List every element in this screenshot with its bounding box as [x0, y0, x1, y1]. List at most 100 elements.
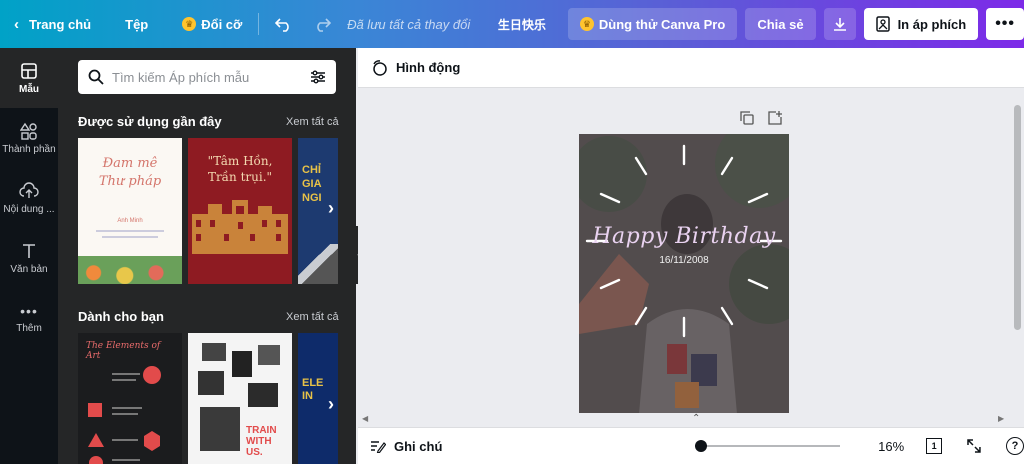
home-button[interactable]: ‹ Trang chủ [0, 0, 101, 48]
rail-label: Thành phần [2, 143, 56, 155]
more-icon: ••• [995, 15, 1015, 32]
crown-icon: ♛ [182, 17, 197, 31]
notes-icon [371, 441, 386, 453]
print-poster-button[interactable]: In áp phích [863, 8, 979, 40]
chevron-right-icon[interactable]: › [328, 394, 334, 415]
notes-label: Ghi chú [394, 438, 443, 454]
poster-canvas[interactable]: Happy Birthday 16/11/2008 [579, 134, 789, 413]
zoom-slider-handle[interactable] [694, 440, 707, 452]
rail-item-templates[interactable]: Mẫu [0, 48, 58, 108]
text-line [102, 236, 158, 238]
templates-panel: Được sử dụng gần đây Xem tất cả Đam mê T… [58, 48, 356, 464]
template-thumbnail[interactable]: The Elements of Art [78, 333, 182, 464]
photo-collage [198, 371, 224, 395]
rail-label: Văn bản [10, 263, 48, 275]
search-icon [88, 69, 104, 85]
print-label: In áp phích [897, 16, 967, 32]
photo-collage [200, 407, 240, 451]
document-title[interactable]: 生日快乐 [488, 0, 556, 48]
resize-button[interactable]: ♛ Đổi cỡ [172, 0, 252, 48]
template-search[interactable] [78, 60, 336, 94]
building-illustration [192, 200, 288, 254]
fullscreen-icon[interactable] [966, 438, 982, 454]
rail-label: Thêm [16, 322, 42, 334]
scrollbar-thumb[interactable] [1014, 105, 1021, 330]
photo-collage [258, 345, 280, 365]
cloud-upload-icon [19, 181, 39, 198]
search-input[interactable] [112, 69, 310, 85]
burst-decoration [585, 144, 783, 338]
template-name: Anh Minh [117, 218, 143, 224]
rail-item-uploads[interactable]: Nội dung ... [0, 168, 58, 228]
rail-label: Nội dung ... [3, 203, 55, 215]
scroll-left-icon[interactable]: ◀ [362, 414, 368, 423]
for-you-section-title: Dành cho bạn [78, 309, 164, 324]
bottom-bar: Ghi chú 16% 1 ? [358, 427, 1024, 464]
photo-collage [232, 351, 252, 377]
template-heading: Trần trụi." [207, 170, 273, 184]
try-canva-pro-button[interactable]: ♛ Dùng thử Canva Pro [567, 8, 738, 40]
template-heading: "Tâm Hồn, [207, 154, 273, 168]
rail-label: Mẫu [19, 83, 39, 95]
page-count-button[interactable]: 1 [926, 438, 943, 454]
template-heading: Đam mê [102, 156, 158, 171]
more-options-button[interactable]: ••• [986, 8, 1024, 40]
photo-collage [202, 343, 226, 361]
text-line [96, 230, 164, 232]
animate-label: Hình động [396, 60, 461, 75]
undo-button[interactable] [265, 0, 303, 48]
template-heading: The Elements of Art [86, 341, 161, 361]
download-icon [833, 18, 846, 31]
template-thumbnail[interactable]: TRAIN WITH US. [188, 333, 292, 464]
duplicate-page-icon[interactable] [740, 111, 754, 125]
side-rail: Mẫu Thành phần Nội dung ... Văn bản ••• … [0, 48, 58, 464]
download-button[interactable] [823, 8, 856, 40]
canvas-vertical-scrollbar[interactable] [1012, 97, 1022, 413]
divider [258, 13, 260, 35]
help-button[interactable]: ? [1006, 437, 1024, 455]
rail-item-elements[interactable]: Thành phần [0, 108, 58, 168]
canvas-toolbar: Hình động [358, 48, 1024, 88]
see-all-recent-link[interactable]: Xem tất cả [286, 116, 339, 128]
try-pro-label: Dùng thử Canva Pro [598, 16, 726, 32]
canvas-horizontal-scrollbar[interactable]: ◀ ⌃ ▶ [358, 413, 1024, 427]
chevron-up-icon[interactable]: ⌃ [692, 413, 700, 424]
file-label: Tệp [125, 16, 149, 32]
home-label: Trang chủ [29, 16, 92, 32]
rail-item-text[interactable]: Văn bản [0, 228, 58, 288]
shapes-icon [20, 122, 37, 140]
undo-icon [275, 18, 289, 32]
share-button[interactable]: Chia sẻ [745, 8, 816, 40]
for-you-templates-row: The Elements of Art TRAIN WITH US. ELE I… [78, 333, 356, 464]
template-thumbnail[interactable]: "Tâm Hồn, Trần trụi." [188, 138, 292, 284]
filter-icon[interactable] [310, 69, 326, 85]
template-thumbnail[interactable]: Đam mê Thư pháp Anh Minh [78, 138, 182, 284]
save-status: Đã lưu tất cả thay đổi [347, 16, 471, 32]
animate-button[interactable]: Hình động [370, 59, 461, 76]
image-decoration [298, 244, 338, 284]
scroll-right-icon[interactable]: ▶ [998, 414, 1004, 423]
template-heading: Thư pháp [98, 174, 162, 189]
top-bar: ‹ Trang chủ Tệp ♛ Đổi cỡ Đã lưu tất cả t… [0, 0, 1024, 48]
add-page-icon[interactable] [768, 111, 782, 125]
chevron-right-icon[interactable]: › [328, 198, 334, 219]
file-menu-button[interactable]: Tệp [115, 0, 158, 48]
rail-item-more[interactable]: ••• Thêm [0, 288, 58, 348]
redo-button[interactable] [303, 0, 341, 48]
notes-button[interactable]: Ghi chú [370, 439, 679, 454]
see-all-for-you-link[interactable]: Xem tất cả [286, 311, 339, 323]
shapes-illustration [88, 366, 161, 464]
template-heading: NGI [302, 192, 322, 204]
template-icon [21, 62, 37, 79]
flower-decoration [78, 256, 182, 284]
zoom-level[interactable]: 16% [874, 439, 904, 454]
template-heading: TRAIN WITH US. [246, 425, 277, 458]
recent-section-title: Được sử dụng gần đây [78, 114, 222, 129]
poster-icon [875, 16, 890, 32]
template-heading: CHỈ [302, 164, 321, 176]
more-icon: ••• [20, 302, 38, 319]
page-tools [740, 111, 782, 125]
zoom-slider[interactable] [694, 440, 841, 452]
poster-date[interactable]: 16/11/2008 [579, 255, 789, 266]
poster-title[interactable]: Happy Birthday [579, 224, 789, 249]
